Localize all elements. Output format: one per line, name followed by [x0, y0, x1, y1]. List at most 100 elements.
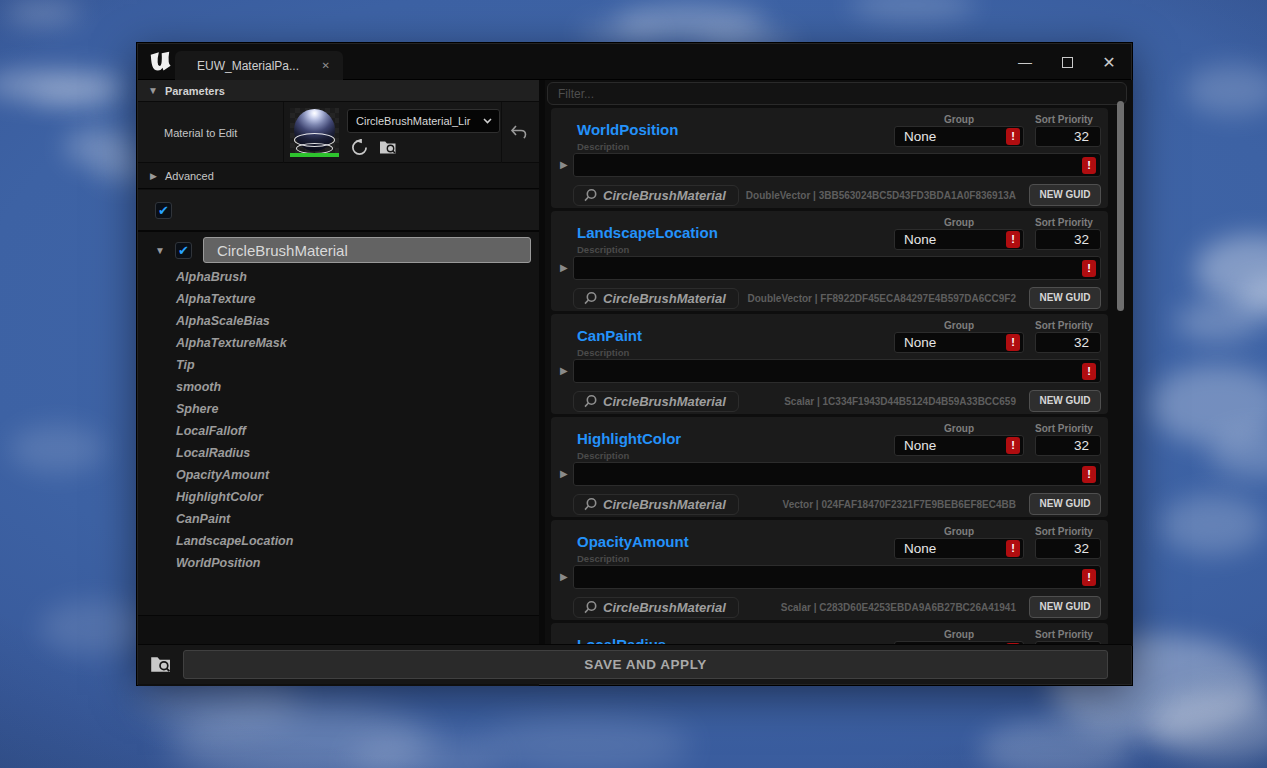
sort-priority-label: Sort Priority: [1027, 629, 1101, 640]
parameter-card-worldposition: ▶ WorldPosition Description Group None !…: [551, 108, 1108, 208]
parameter-item-alphatexturemask[interactable]: AlphaTextureMask: [138, 332, 539, 354]
warning-icon: !: [1082, 466, 1096, 483]
parameter-cards-list: ▶ WorldPosition Description Group None !…: [551, 108, 1108, 646]
use-selected-asset-icon[interactable]: [351, 139, 368, 156]
new-guid-button[interactable]: NEW GUID: [1029, 390, 1101, 412]
warning-icon: !: [1006, 437, 1020, 454]
card-expand-arrow-icon[interactable]: ▶: [560, 468, 568, 479]
asset-action-icons: [351, 139, 398, 156]
maximize-button[interactable]: [1057, 52, 1077, 72]
material-asset-dropdown[interactable]: CircleBrushMaterial_Lir: [347, 109, 500, 133]
parameter-name[interactable]: OpacityAmount: [577, 533, 689, 550]
window-body: ▼ Parameters Material to Edit CircleBrus…: [138, 80, 1131, 684]
parameter-name[interactable]: LandscapeLocation: [577, 224, 718, 241]
browse-icon[interactable]: [150, 654, 173, 675]
parameter-name[interactable]: HighlightColor: [577, 430, 681, 447]
material-chip-label: CircleBrushMaterial: [603, 497, 726, 512]
parameter-item-highlightcolor[interactable]: HighlightColor: [138, 486, 539, 508]
parameter-item-sphere[interactable]: Sphere: [138, 398, 539, 420]
material-to-edit-label-cell: Material to Edit: [138, 102, 284, 163]
material-asset-chip[interactable]: CircleBrushMaterial: [573, 288, 739, 309]
description-input[interactable]: !: [573, 256, 1101, 280]
material-chip-label: CircleBrushMaterial: [603, 600, 726, 615]
card-expand-arrow-icon[interactable]: ▶: [560, 571, 568, 582]
parameter-item-localfalloff[interactable]: LocalFalloff: [138, 420, 539, 442]
sort-priority-label: Sort Priority: [1027, 217, 1101, 228]
new-guid-button[interactable]: NEW GUID: [1029, 596, 1101, 618]
material-chip-label: CircleBrushMaterial: [603, 291, 726, 306]
parameter-item-alphatexture[interactable]: AlphaTexture: [138, 288, 539, 310]
parameter-name[interactable]: CanPaint: [577, 327, 642, 344]
group-input[interactable]: None !: [894, 229, 1024, 250]
group-value: None: [904, 232, 936, 247]
sort-priority-label: Sort Priority: [1027, 423, 1101, 434]
parameter-name[interactable]: WorldPosition: [577, 121, 678, 138]
parameter-item-alphascalebias[interactable]: AlphaScaleBias: [138, 310, 539, 332]
card-expand-arrow-icon[interactable]: ▶: [560, 365, 568, 376]
group-input[interactable]: None !: [894, 126, 1024, 147]
group-label: Group: [894, 320, 1024, 331]
material-chip-label: CircleBrushMaterial: [603, 394, 726, 409]
tab-close-icon[interactable]: ✕: [322, 60, 330, 71]
sort-priority-input[interactable]: 32: [1035, 435, 1101, 456]
enabled-checkbox[interactable]: ✔: [155, 202, 172, 219]
collapse-arrow-icon: ▼: [148, 85, 158, 96]
sort-priority-value: 32: [1074, 438, 1089, 453]
reset-to-default-icon[interactable]: [510, 124, 529, 140]
tab-title: EUW_MaterialPa...: [197, 59, 299, 73]
sort-priority-input[interactable]: 32: [1035, 126, 1101, 147]
material-asset-chip[interactable]: CircleBrushMaterial: [573, 185, 739, 206]
title-bar[interactable]: EUW_MaterialPa... ✕ — ✕: [138, 44, 1131, 80]
group-label: Group: [894, 114, 1024, 125]
group-value: None: [904, 438, 936, 453]
material-checkbox[interactable]: ✔: [175, 242, 192, 259]
sort-priority-input[interactable]: 32: [1035, 332, 1101, 353]
parameter-item-worldposition[interactable]: WorldPosition: [138, 552, 539, 574]
tab-euw-materialpa[interactable]: EUW_MaterialPa... ✕: [175, 51, 343, 80]
section-collapse-arrow-icon[interactable]: ▼: [155, 245, 165, 256]
advanced-section-header[interactable]: ▶ Advanced: [138, 163, 539, 189]
material-asset-chip[interactable]: CircleBrushMaterial: [573, 597, 739, 618]
group-input[interactable]: None !: [894, 435, 1024, 456]
parameters-panel: ▼ Parameters Material to Edit CircleBrus…: [138, 80, 539, 686]
parameter-item-smooth[interactable]: smooth: [138, 376, 539, 398]
material-thumbnail[interactable]: [290, 108, 339, 157]
card-expand-arrow-icon[interactable]: ▶: [560, 262, 568, 273]
warning-icon: !: [1082, 157, 1096, 174]
group-input[interactable]: None !: [894, 332, 1024, 353]
parameter-item-opacityamount[interactable]: OpacityAmount: [138, 464, 539, 486]
new-guid-button[interactable]: NEW GUID: [1029, 184, 1101, 206]
material-asset-chip[interactable]: CircleBrushMaterial: [573, 391, 739, 412]
parameter-card-landscapelocation: ▶ LandscapeLocation Description Group No…: [551, 211, 1108, 311]
new-guid-button[interactable]: NEW GUID: [1029, 493, 1101, 515]
card-expand-arrow-icon[interactable]: ▶: [560, 159, 568, 170]
parameter-item-landscapelocation[interactable]: LandscapeLocation: [138, 530, 539, 552]
filter-input[interactable]: [558, 87, 1078, 101]
minimize-button[interactable]: —: [1015, 52, 1035, 72]
description-input[interactable]: !: [573, 565, 1101, 589]
scrollbar-thumb[interactable]: [1117, 101, 1124, 311]
magnifier-icon: [583, 291, 598, 306]
parameter-item-tip[interactable]: Tip: [138, 354, 539, 376]
group-input[interactable]: None !: [894, 538, 1024, 559]
new-guid-button[interactable]: NEW GUID: [1029, 287, 1101, 309]
parameter-item-canpaint[interactable]: CanPaint: [138, 508, 539, 530]
description-input[interactable]: !: [573, 462, 1101, 486]
scrollbar[interactable]: [1117, 101, 1124, 646]
description-input[interactable]: !: [573, 153, 1101, 177]
close-button[interactable]: ✕: [1099, 52, 1119, 72]
parameter-item-localradius[interactable]: LocalRadius: [138, 442, 539, 464]
parameters-header-label: Parameters: [165, 85, 225, 97]
browse-to-asset-icon[interactable]: [379, 139, 398, 156]
parameters-header[interactable]: ▼ Parameters: [138, 80, 539, 102]
material-name-field[interactable]: CircleBrushMaterial: [203, 237, 531, 263]
filter-search-box[interactable]: [547, 82, 1127, 105]
sort-priority-input[interactable]: 32: [1035, 538, 1101, 559]
description-input[interactable]: !: [573, 359, 1101, 383]
sort-priority-value: 32: [1074, 129, 1089, 144]
sort-priority-input[interactable]: 32: [1035, 229, 1101, 250]
save-and-apply-button[interactable]: SAVE AND APPLY: [183, 650, 1108, 679]
material-asset-chip[interactable]: CircleBrushMaterial: [573, 494, 739, 515]
parameter-item-alphabrush[interactable]: AlphaBrush: [138, 266, 539, 288]
description-label: Description: [577, 450, 629, 461]
